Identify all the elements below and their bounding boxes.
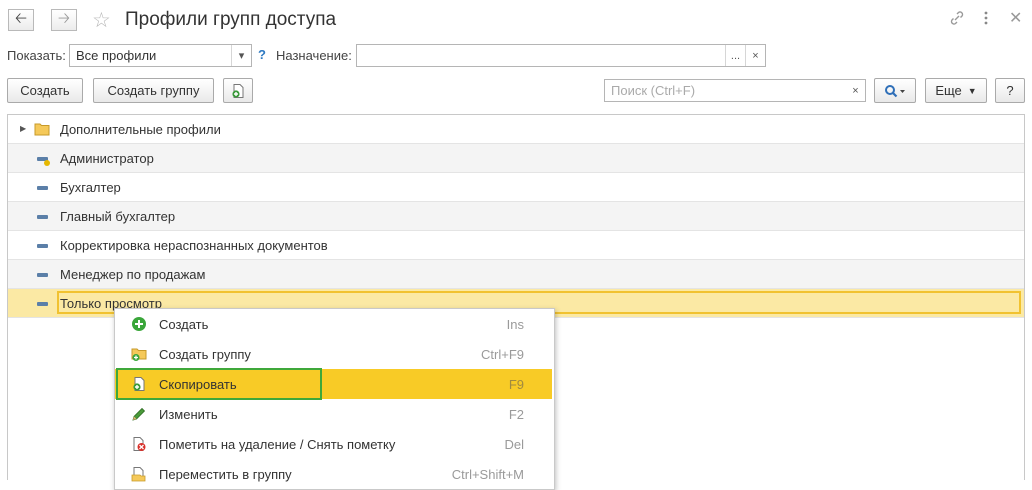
search-icon xyxy=(885,84,905,97)
profile-icon xyxy=(37,244,48,248)
arrow-right-icon: 🡢 xyxy=(57,9,71,27)
create-button[interactable]: Создать xyxy=(7,78,83,103)
ellipsis-button[interactable]: ... xyxy=(725,45,745,66)
list-item[interactable]: Бухгалтер xyxy=(8,173,1024,202)
create-group-button[interactable]: Создать группу xyxy=(93,78,214,103)
menu-item-label: Скопировать xyxy=(159,377,237,392)
menu-item-mark-delete[interactable]: Пометить на удаление / Снять пометку Del xyxy=(115,429,552,459)
marker-icon xyxy=(44,160,50,166)
list-item[interactable]: Корректировка нераспознанных документов xyxy=(8,231,1024,260)
folder-icon xyxy=(34,123,50,136)
back-button[interactable]: 🡠 xyxy=(8,9,34,31)
menu-item-shortcut: F9 xyxy=(508,377,524,392)
menu-item-label: Создать группу xyxy=(159,347,251,362)
list-item-label: Менеджер по продажам xyxy=(60,267,206,282)
list-item[interactable]: ▶ Дополнительные профили xyxy=(8,115,1024,144)
menu-item-label: Создать xyxy=(159,317,209,332)
pencil-icon xyxy=(132,407,146,421)
close-icon[interactable]: ✕ xyxy=(1009,8,1022,28)
menu-item-move[interactable]: Переместить в группу Ctrl+Shift+M xyxy=(115,459,552,489)
show-select[interactable]: Все профили ▾ xyxy=(69,44,252,67)
show-select-value: Все профили xyxy=(76,48,157,63)
list-item[interactable]: Администратор xyxy=(8,144,1024,173)
chevron-down-icon[interactable]: ▾ xyxy=(231,45,251,66)
plus-circle-icon xyxy=(132,317,146,331)
star-icon[interactable]: ☆ xyxy=(92,8,111,33)
more-vertical-icon[interactable] xyxy=(983,10,989,30)
profile-icon xyxy=(37,302,48,306)
menu-item-create-group[interactable]: Создать группу Ctrl+F9 xyxy=(115,339,552,369)
context-menu: Создать Ins Создать группу Ctrl+F9 Скопи… xyxy=(114,308,555,490)
more-button-label: Еще xyxy=(935,83,962,98)
search-placeholder: Поиск (Ctrl+F) xyxy=(611,83,696,98)
clear-button[interactable]: × xyxy=(745,45,765,66)
forward-button[interactable]: 🡢 xyxy=(51,9,77,31)
profile-icon xyxy=(37,186,48,190)
delete-mark-icon xyxy=(133,437,146,451)
list-item[interactable]: Менеджер по продажам xyxy=(8,260,1024,289)
search-button[interactable] xyxy=(874,78,916,103)
menu-item-edit[interactable]: Изменить F2 xyxy=(115,399,552,429)
folder-plus-icon xyxy=(131,348,147,361)
menu-item-shortcut: Ctrl+F9 xyxy=(481,347,524,362)
purpose-label: Назначение: xyxy=(276,48,352,63)
chevron-down-icon: ▼ xyxy=(967,85,977,96)
list-item-label: Корректировка нераспознанных документов xyxy=(60,238,328,253)
list-item-label: Дополнительные профили xyxy=(60,122,221,137)
menu-item-shortcut: F2 xyxy=(508,407,524,422)
menu-item-copy[interactable]: Скопировать F9 xyxy=(115,368,552,400)
profile-icon xyxy=(37,215,48,219)
list-item[interactable]: Главный бухгалтер xyxy=(8,202,1024,231)
copy-doc-plus-icon xyxy=(133,377,145,391)
menu-item-shortcut: Del xyxy=(504,437,524,452)
copy-button[interactable] xyxy=(223,78,253,103)
link-icon[interactable] xyxy=(949,10,965,30)
show-label: Показать: xyxy=(7,48,66,63)
copy-doc-plus-icon xyxy=(232,83,244,98)
search-input[interactable]: Поиск (Ctrl+F) × xyxy=(604,79,866,102)
list-item-label: Бухгалтер xyxy=(60,180,121,195)
list-item-label: Администратор xyxy=(60,151,154,166)
list-item-label: Главный бухгалтер xyxy=(60,209,176,224)
help-button[interactable]: ? xyxy=(995,78,1025,103)
expand-triangle-icon[interactable]: ▶ xyxy=(20,124,26,133)
more-button[interactable]: Еще ▼ xyxy=(925,78,987,103)
arrow-left-icon: 🡠 xyxy=(14,9,28,27)
menu-item-create[interactable]: Создать Ins xyxy=(115,309,552,339)
page-title: Профили групп доступа xyxy=(125,9,337,30)
purpose-field[interactable]: ... × xyxy=(356,44,766,67)
menu-item-shortcut: Ins xyxy=(506,317,524,332)
profile-icon xyxy=(37,273,48,277)
menu-item-label: Изменить xyxy=(159,407,218,422)
help-question-icon[interactable]: ? xyxy=(258,47,266,62)
menu-item-label: Пометить на удаление / Снять пометку xyxy=(159,437,396,452)
search-clear-button[interactable]: × xyxy=(846,80,865,101)
